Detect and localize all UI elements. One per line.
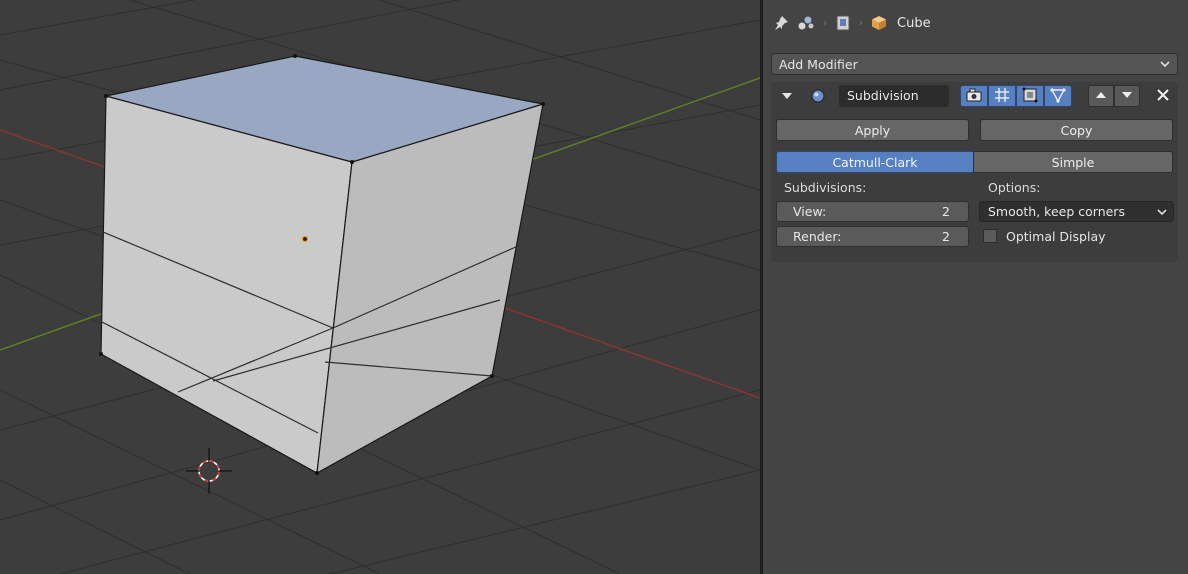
modifier-name-input[interactable]: Subdivision xyxy=(839,85,949,107)
view-levels-field[interactable]: View: 2 xyxy=(776,201,969,222)
on-cage-toggle-button[interactable] xyxy=(1044,85,1072,107)
realtime-display-icon xyxy=(994,87,1010,106)
optimal-display-checkbox[interactable] xyxy=(983,229,997,243)
view-label: View: xyxy=(793,204,827,219)
cube-front-face xyxy=(100,95,353,474)
object-data-icon[interactable] xyxy=(835,15,851,31)
arrow-up-icon xyxy=(1095,89,1107,103)
uv-smooth-value: Smooth, keep corners xyxy=(988,204,1125,219)
uv-smooth-select[interactable]: Smooth, keep corners xyxy=(979,201,1174,222)
render-camera-icon xyxy=(966,88,982,105)
pin-icon[interactable] xyxy=(773,15,789,31)
breadcrumb-separator: › xyxy=(859,17,863,29)
properties-panel: › › Cube Add Modifier Subdivision Apply … xyxy=(763,0,1188,574)
optimal-display-label: Optimal Display xyxy=(1006,229,1106,244)
scene-icon[interactable] xyxy=(797,15,815,31)
close-icon xyxy=(1157,88,1169,104)
remove-modifier-button[interactable] xyxy=(1153,86,1173,106)
realtime-display-toggle-button[interactable] xyxy=(988,85,1016,107)
render-value: 2 xyxy=(942,229,950,244)
subdivisions-label: Subdivisions: xyxy=(784,180,867,195)
breadcrumb: › › Cube xyxy=(773,10,931,36)
mesh-cube-icon xyxy=(871,15,887,31)
chevron-down-icon xyxy=(1159,57,1171,74)
apply-button[interactable]: Apply xyxy=(776,119,969,141)
catmull-clark-option[interactable]: Catmull-Clark xyxy=(776,151,974,173)
object-origin-icon xyxy=(301,235,309,243)
editmode-icon xyxy=(1022,87,1038,106)
render-toggle-button[interactable] xyxy=(960,85,988,107)
editmode-toggle-button[interactable] xyxy=(1016,85,1044,107)
simple-option[interactable]: Simple xyxy=(973,151,1173,173)
copy-button[interactable]: Copy xyxy=(980,119,1173,141)
options-label: Options: xyxy=(988,180,1041,195)
view-value: 2 xyxy=(942,204,950,219)
collapse-triangle-icon[interactable] xyxy=(781,90,793,102)
cube-object[interactable] xyxy=(99,54,545,475)
chevron-down-icon xyxy=(1156,205,1168,224)
add-modifier-dropdown[interactable]: Add Modifier xyxy=(771,53,1178,75)
render-levels-field[interactable]: Render: 2 xyxy=(776,226,969,247)
viewport-scene xyxy=(0,0,760,574)
breadcrumb-separator: › xyxy=(823,17,827,29)
subsurf-modifier-icon xyxy=(811,89,825,103)
subdivision-modifier-panel: Subdivision Apply Copy Catmull-Clark Sim… xyxy=(771,82,1178,262)
on-cage-icon xyxy=(1050,87,1066,106)
breadcrumb-object-label: Cube xyxy=(897,15,931,31)
render-label: Render: xyxy=(793,229,842,244)
add-modifier-label: Add Modifier xyxy=(779,56,858,72)
modifier-header: Subdivision xyxy=(771,82,1178,111)
move-up-button[interactable] xyxy=(1088,85,1114,107)
3d-cursor-icon[interactable] xyxy=(186,448,232,494)
3d-viewport[interactable] xyxy=(0,0,760,574)
move-down-button[interactable] xyxy=(1114,85,1140,107)
arrow-down-icon xyxy=(1121,89,1133,103)
